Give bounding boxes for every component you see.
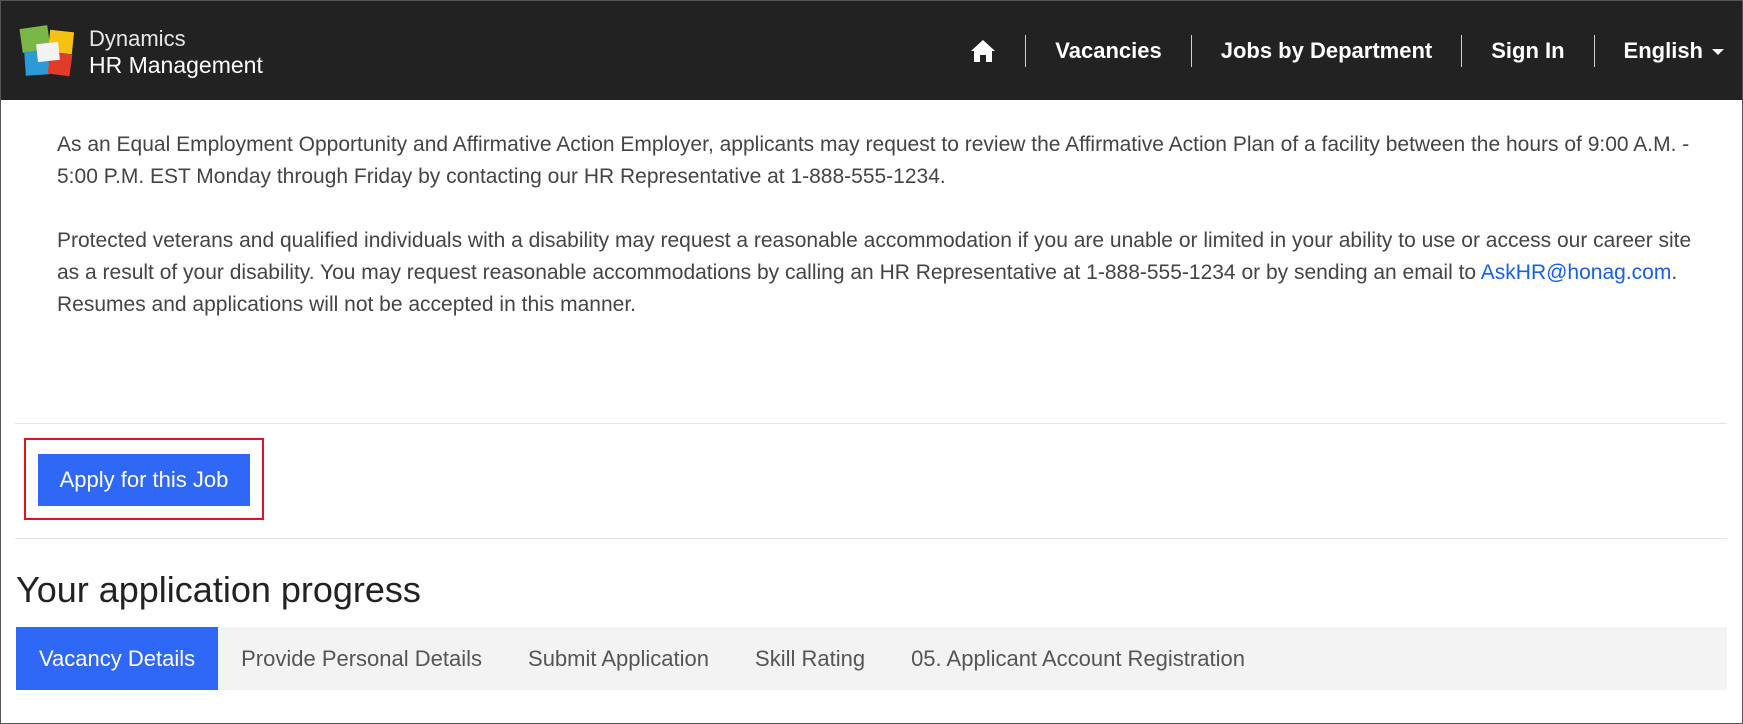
main-nav: Vacancies Jobs by Department Sign In Eng… bbox=[941, 1, 1742, 100]
accommodation-paragraph: Protected veterans and qualified individ… bbox=[57, 225, 1697, 321]
brand-line1: Dynamics bbox=[89, 26, 186, 51]
tab-skill-rating[interactable]: Skill Rating bbox=[732, 627, 888, 690]
language-dropdown[interactable]: English bbox=[1595, 1, 1742, 100]
caret-down-icon bbox=[1712, 49, 1724, 55]
nav-vacancies[interactable]: Vacancies bbox=[1026, 1, 1190, 100]
progress-title: Your application progress bbox=[16, 569, 421, 610]
progress-tabs: Vacancy Details Provide Personal Details… bbox=[16, 627, 1727, 690]
home-icon bbox=[971, 39, 996, 62]
app-window: Dynamics HR Management Vacancies Jobs by… bbox=[0, 0, 1743, 724]
tab-vacancy-details[interactable]: Vacancy Details bbox=[16, 627, 219, 690]
nav-home[interactable] bbox=[941, 1, 1025, 100]
askhr-email-link[interactable]: AskHR@honag.com bbox=[1481, 261, 1672, 284]
divider bbox=[15, 423, 1727, 424]
tab-submit-application[interactable]: Submit Application bbox=[505, 627, 732, 690]
job-description: As an Equal Employment Opportunity and A… bbox=[57, 129, 1697, 353]
dynamics-logo-icon bbox=[19, 21, 81, 81]
brand[interactable]: Dynamics HR Management bbox=[19, 21, 263, 81]
language-label: English bbox=[1623, 37, 1703, 63]
divider bbox=[15, 538, 1727, 539]
brand-line2: HR Management bbox=[89, 52, 263, 78]
eeo-paragraph: As an Equal Employment Opportunity and A… bbox=[57, 133, 1690, 188]
top-nav-bar: Dynamics HR Management Vacancies Jobs by… bbox=[1, 1, 1742, 100]
nav-jobs-by-department[interactable]: Jobs by Department bbox=[1192, 1, 1462, 100]
accommodation-text: Protected veterans and qualified individ… bbox=[57, 229, 1692, 284]
nav-sign-in[interactable]: Sign In bbox=[1462, 1, 1593, 100]
tab-provide-personal-details[interactable]: Provide Personal Details bbox=[218, 627, 505, 690]
tab-applicant-account-registration[interactable]: 05. Applicant Account Registration bbox=[888, 627, 1268, 690]
apply-for-job-button[interactable]: Apply for this Job bbox=[38, 454, 250, 506]
